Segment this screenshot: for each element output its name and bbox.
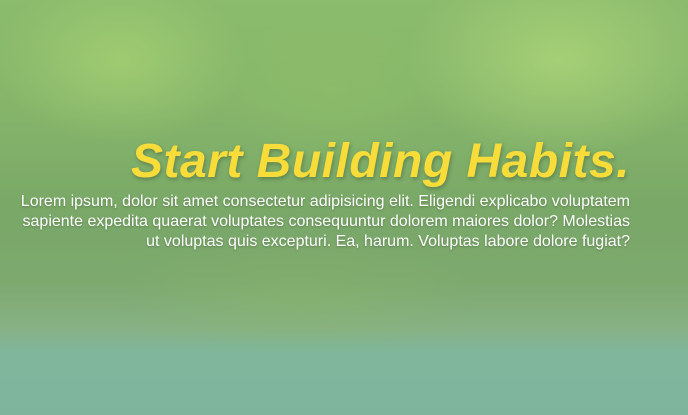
- hero-description: Lorem ipsum, dolor sit amet consectetur …: [20, 193, 630, 250]
- blurred-road: [0, 330, 688, 415]
- hero-content: Start Building Habits. Lorem ipsum, dolo…: [20, 132, 630, 252]
- hero-title: Start Building Habits.: [130, 135, 630, 188]
